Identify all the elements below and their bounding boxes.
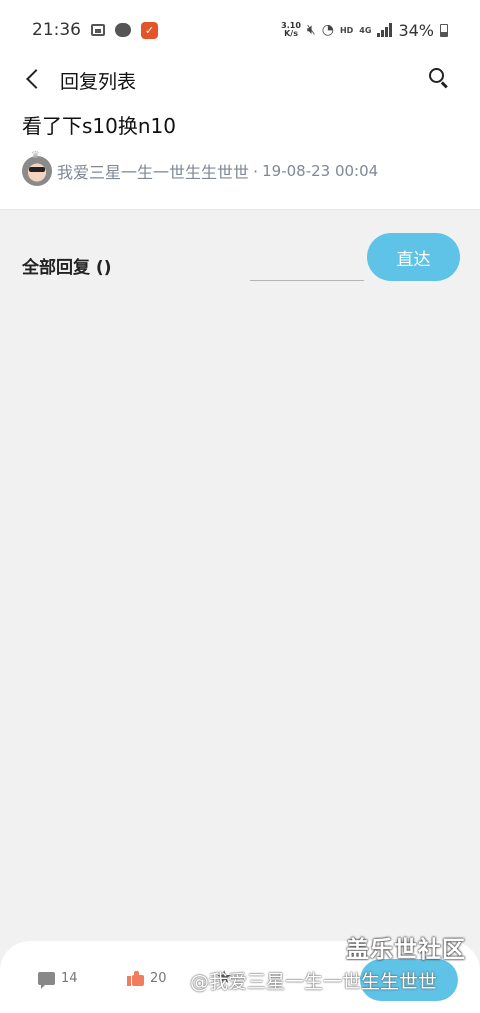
page-title: 回复列表	[60, 71, 137, 93]
hd-label: HD	[339, 25, 354, 35]
post-title[interactable]: 看了下s10换n10	[22, 110, 176, 139]
back-arrow-icon	[26, 69, 46, 89]
battery-percent: 34%	[398, 20, 434, 40]
comment-count: 14	[61, 971, 78, 986]
watermark-logo: 盖乐世社区	[346, 937, 466, 963]
network-label: 4G	[359, 25, 372, 35]
crown-icon: ♛	[31, 150, 40, 161]
author-name[interactable]: 我爱三星一生一世生生世世	[57, 159, 249, 183]
status-time: 21:36	[32, 20, 81, 40]
comment-icon	[38, 972, 55, 989]
thumbs-up-icon	[127, 971, 144, 986]
search-button[interactable]	[428, 67, 450, 89]
reply-section-header: 全部回复 () 直达	[0, 225, 480, 305]
like-count: 20	[150, 971, 167, 986]
signal-icon	[377, 23, 393, 37]
author-row: ♛ 我爱三星一生一世生生世世 · 19-08-23 00:04	[22, 150, 379, 186]
battery-icon	[440, 23, 448, 37]
separator-dot: ·	[253, 161, 259, 181]
avatar[interactable]: ♛	[22, 150, 52, 186]
all-replies-label: 全部回复 ()	[22, 258, 112, 278]
page-number-input[interactable]	[250, 251, 364, 281]
post-header: 回复列表 看了下s10换n10 ♛ 我爱三星一生一世生生世世 · 19-08-2…	[0, 60, 480, 210]
status-bar: 21:36 ✓ 3.10 K/s 🔇︎ ◔ HD 4G 34%	[0, 0, 480, 60]
back-button[interactable]	[18, 64, 48, 94]
wifi-icon: ◔	[321, 22, 334, 38]
watermark-user: @我爱三星一生一世生生世世	[190, 971, 438, 993]
net-speed: 3.10 K/s	[281, 22, 301, 38]
post-date: 19-08-23 00:04	[262, 162, 379, 180]
gallery-icon	[91, 24, 105, 36]
comment-action[interactable]: 14	[38, 971, 78, 989]
like-action[interactable]: 20	[127, 971, 167, 986]
wechat-icon	[115, 23, 131, 37]
net-speed-unit: K/s	[284, 29, 298, 38]
go-button[interactable]: 直达	[367, 233, 460, 281]
app-notification-icon: ✓	[141, 21, 158, 39]
mute-icon: 🔇︎	[306, 22, 316, 38]
